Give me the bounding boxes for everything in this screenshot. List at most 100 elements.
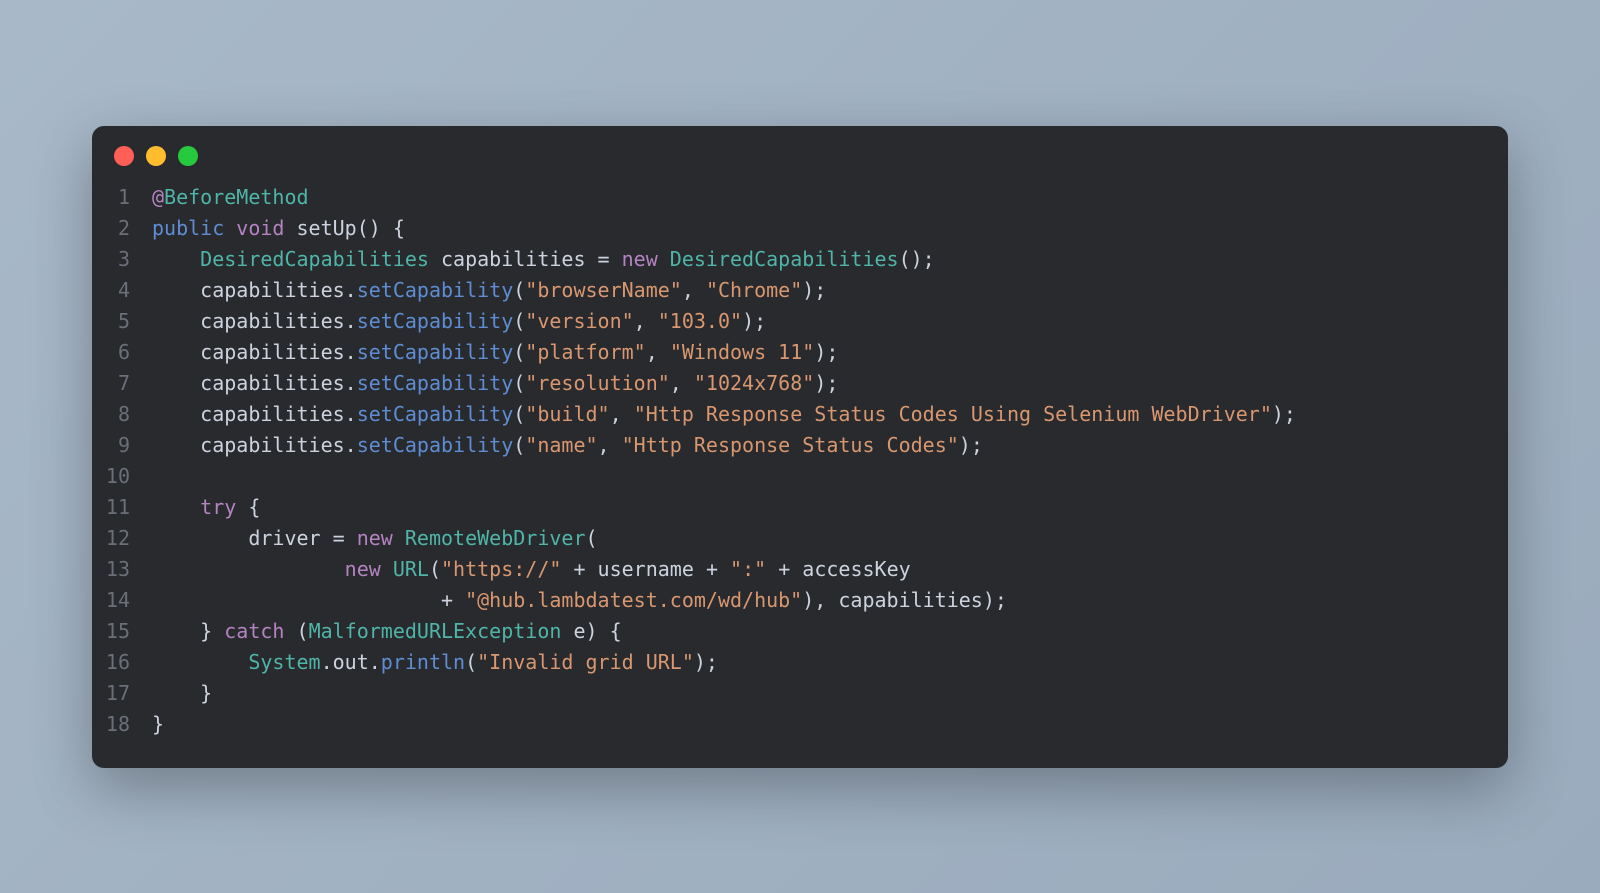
- code-content[interactable]: }: [152, 678, 1508, 709]
- token-var: accessKey: [790, 557, 910, 581]
- token-var: capabilities.: [152, 278, 357, 302]
- token-punct: );: [802, 278, 826, 302]
- token-op: +: [441, 588, 453, 612]
- code-content[interactable]: } catch (MalformedURLException e) {: [152, 616, 1508, 647]
- token-string: "name": [525, 433, 597, 457]
- token-punct: );: [742, 309, 766, 333]
- token-var: driver: [152, 526, 333, 550]
- code-line: 6 capabilities.setCapability("platform",…: [92, 337, 1508, 368]
- token-method: setCapability: [357, 309, 514, 333]
- token-punct: ,: [646, 340, 670, 364]
- line-number: 4: [92, 275, 152, 306]
- token-annotation-name: BeforeMethod: [164, 185, 309, 209]
- token-string: "version": [525, 309, 633, 333]
- token-object: System: [248, 650, 320, 674]
- token-punct: (: [513, 402, 525, 426]
- code-content[interactable]: capabilities.setCapability("version", "1…: [152, 306, 1508, 337]
- minimize-icon[interactable]: [146, 146, 166, 166]
- line-number: 1: [92, 182, 152, 213]
- token-string: "Http Response Status Codes": [622, 433, 959, 457]
- line-number: 5: [92, 306, 152, 337]
- code-area[interactable]: 1@BeforeMethod2public void setUp() {3 De…: [92, 176, 1508, 740]
- token-punct: e) {: [561, 619, 621, 643]
- code-content[interactable]: capabilities.setCapability("platform", "…: [152, 337, 1508, 368]
- token-punct: [393, 526, 405, 550]
- token-punct: ,: [610, 402, 634, 426]
- code-content[interactable]: System.out.println("Invalid grid URL");: [152, 647, 1508, 678]
- code-line: 18}: [92, 709, 1508, 740]
- code-content[interactable]: try {: [152, 492, 1508, 523]
- token-string: "Windows 11": [670, 340, 815, 364]
- close-icon[interactable]: [114, 146, 134, 166]
- token-punct: [152, 557, 345, 581]
- code-content[interactable]: capabilities.setCapability("build", "Htt…: [152, 399, 1508, 430]
- token-keyword-def: public: [152, 216, 224, 240]
- token-punct: [561, 557, 573, 581]
- line-number: 14: [92, 585, 152, 616]
- token-op: +: [706, 557, 718, 581]
- code-line: 13 new URL("https://" + username + ":" +…: [92, 554, 1508, 585]
- line-number: 17: [92, 678, 152, 709]
- code-content[interactable]: [152, 461, 1508, 492]
- token-punct: [345, 526, 357, 550]
- token-string: "Http Response Status Codes Using Seleni…: [634, 402, 1272, 426]
- token-punct: ,: [634, 309, 658, 333]
- token-punct: [718, 557, 730, 581]
- line-number: 15: [92, 616, 152, 647]
- code-content[interactable]: + "@hub.lambdatest.com/wd/hub"), capabil…: [152, 585, 1508, 616]
- code-line: 8 capabilities.setCapability("build", "H…: [92, 399, 1508, 430]
- token-keyword: new: [357, 526, 393, 550]
- token-punct: () {: [357, 216, 405, 240]
- token-var: capabilities.: [152, 340, 357, 364]
- token-punct: ,: [598, 433, 622, 457]
- token-annotation-at: @: [152, 185, 164, 209]
- token-punct: [610, 247, 622, 271]
- code-content[interactable]: public void setUp() {: [152, 213, 1508, 244]
- window-titlebar: [92, 126, 1508, 176]
- token-op: +: [778, 557, 790, 581]
- code-content[interactable]: new URL("https://" + username + ":" + ac…: [152, 554, 1508, 585]
- code-line: 4 capabilities.setCapability("browserNam…: [92, 275, 1508, 306]
- token-method: setCapability: [357, 433, 514, 457]
- token-string: "resolution": [525, 371, 670, 395]
- code-editor-window: 1@BeforeMethod2public void setUp() {3 De…: [92, 126, 1508, 768]
- line-number: 16: [92, 647, 152, 678]
- code-content[interactable]: capabilities.setCapability("name", "Http…: [152, 430, 1508, 461]
- code-line: 15 } catch (MalformedURLException e) {: [92, 616, 1508, 647]
- token-keyword: catch: [224, 619, 284, 643]
- token-op: =: [333, 526, 345, 550]
- token-method: setCapability: [357, 340, 514, 364]
- code-line: 7 capabilities.setCapability("resolution…: [92, 368, 1508, 399]
- token-string: "Chrome": [706, 278, 802, 302]
- token-type: RemoteWebDriver: [405, 526, 586, 550]
- token-var: username: [586, 557, 706, 581]
- code-line: 17 }: [92, 678, 1508, 709]
- code-content[interactable]: driver = new RemoteWebDriver(: [152, 523, 1508, 554]
- code-content[interactable]: @BeforeMethod: [152, 182, 1508, 213]
- code-content[interactable]: }: [152, 709, 1508, 740]
- maximize-icon[interactable]: [178, 146, 198, 166]
- code-line: 16 System.out.println("Invalid grid URL"…: [92, 647, 1508, 678]
- token-var: .out.: [321, 650, 381, 674]
- token-punct: (: [513, 371, 525, 395]
- token-string: "https://": [441, 557, 561, 581]
- code-content[interactable]: capabilities.setCapability("browserName"…: [152, 275, 1508, 306]
- token-punct: ,: [670, 371, 694, 395]
- token-string: "@hub.lambdatest.com/wd/hub": [465, 588, 802, 612]
- token-method: setCapability: [357, 402, 514, 426]
- line-number: 18: [92, 709, 152, 740]
- token-method: setCapability: [357, 278, 514, 302]
- line-number: 12: [92, 523, 152, 554]
- code-content[interactable]: capabilities.setCapability("resolution",…: [152, 368, 1508, 399]
- token-punct: }: [152, 681, 212, 705]
- token-punct: }: [152, 712, 164, 736]
- token-type: DesiredCapabilities: [670, 247, 899, 271]
- token-punct: (: [465, 650, 477, 674]
- code-content[interactable]: DesiredCapabilities capabilities = new D…: [152, 244, 1508, 275]
- token-punct: (: [513, 278, 525, 302]
- code-line: 11 try {: [92, 492, 1508, 523]
- token-punct: (: [513, 433, 525, 457]
- token-string: "103.0": [658, 309, 742, 333]
- token-punct: [658, 247, 670, 271]
- token-var: capabilities.: [152, 402, 357, 426]
